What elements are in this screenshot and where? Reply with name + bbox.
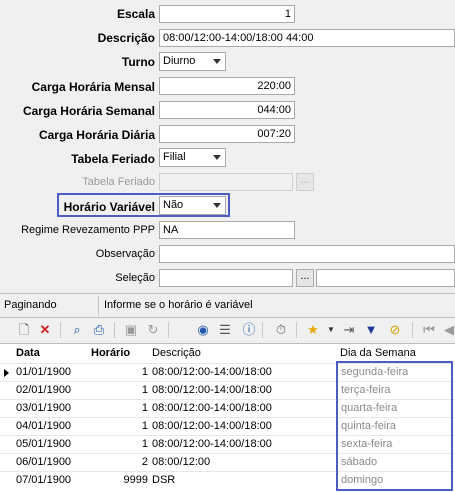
cell-descricao: 08:00/12:00-14:00/18:00 bbox=[152, 366, 272, 378]
toolbar-separator bbox=[412, 322, 413, 338]
current-row-indicator-icon bbox=[4, 369, 9, 377]
previous-record-icon: ◀ bbox=[444, 322, 454, 337]
tabela-feriado-select[interactable]: Filial bbox=[159, 148, 226, 167]
descricao-label: Descrição bbox=[97, 31, 155, 45]
cell-data: 03/01/1900 bbox=[16, 402, 72, 414]
tabela-feriado-label: Tabela Feriado bbox=[71, 152, 155, 166]
carga-diaria-label: Carga Horária Diária bbox=[38, 128, 155, 142]
carga-mensal-field[interactable]: 220:00 bbox=[159, 77, 295, 95]
cell-data: 04/01/1900 bbox=[16, 420, 72, 432]
cell-horario: 9999 bbox=[123, 474, 148, 486]
toolbar-separator bbox=[296, 322, 297, 338]
chevron-down-icon bbox=[213, 59, 221, 64]
toolbar-separator bbox=[168, 322, 169, 338]
search-icon[interactable]: ⌕ bbox=[68, 321, 86, 339]
cell-data: 02/01/1900 bbox=[16, 384, 72, 396]
selecao-field[interactable] bbox=[159, 269, 293, 287]
escala-field[interactable]: 1 bbox=[159, 5, 295, 23]
dia-semana-highlight bbox=[336, 361, 453, 491]
cell-descricao: DSR bbox=[152, 474, 176, 486]
observacao-label: Observação bbox=[95, 248, 155, 260]
chevron-down-icon bbox=[213, 203, 221, 208]
selecao-lookup-button[interactable]: ... bbox=[296, 269, 314, 287]
save-icon: ▣ bbox=[124, 322, 138, 337]
cell-horario: 1 bbox=[141, 402, 148, 414]
timer-icon[interactable]: ⏱ bbox=[272, 321, 290, 339]
cell-data: 07/01/1900 bbox=[16, 474, 72, 486]
cell-data: 01/01/1900 bbox=[16, 366, 72, 378]
star-dropdown-icon[interactable]: ▼ bbox=[322, 321, 340, 339]
info-icon[interactable]: ⓘ bbox=[240, 321, 258, 339]
status-hint: Informe se o horário é variável bbox=[104, 299, 253, 311]
turno-value: Diurno bbox=[163, 55, 196, 67]
col-header-dia-semana[interactable]: Dia da Semana bbox=[340, 344, 416, 362]
form-panel: Escala 1 Descrição 08:00/12:00-14:00/18:… bbox=[0, 0, 455, 292]
regime-label: Regime Revezamento PPP bbox=[21, 224, 155, 236]
globe-icon[interactable]: ◉ bbox=[194, 321, 212, 339]
tabela-feriado-2-field bbox=[159, 173, 293, 191]
toolbar-separator bbox=[262, 322, 263, 338]
divider bbox=[0, 293, 455, 294]
refresh-icon: ↻ bbox=[147, 322, 159, 337]
clear-filter-icon[interactable]: ⊘ bbox=[386, 321, 404, 339]
cell-horario: 1 bbox=[141, 420, 148, 432]
cell-descricao: 08:00/12:00-14:00/18:00 bbox=[152, 420, 272, 432]
horario-variavel-value: Não bbox=[163, 199, 184, 211]
chevron-down-icon bbox=[213, 155, 221, 160]
toolbar: 🗋 ✕ ⌕ ⎙ ▣ ↻ ◉ ☰ ⓘ ⏱ ★ ▼ ⇥ ▼ ⊘ ⏮ ◀ bbox=[0, 318, 455, 342]
status-bar: Paginando Informe se o horário é variáve… bbox=[0, 296, 455, 316]
cell-data: 05/01/1900 bbox=[16, 438, 72, 450]
col-header-descricao[interactable]: Descrição bbox=[152, 344, 201, 362]
col-header-data[interactable]: Data bbox=[16, 344, 40, 362]
regime-field[interactable]: NA bbox=[159, 221, 295, 239]
selecao-label: Seleção bbox=[115, 272, 155, 284]
star-icon[interactable]: ★ bbox=[304, 321, 322, 339]
cell-horario: 1 bbox=[141, 438, 148, 450]
cell-horario: 1 bbox=[141, 384, 148, 396]
horario-variavel-label: Horário Variável bbox=[63, 200, 155, 214]
exit-icon[interactable]: ⇥ bbox=[340, 321, 358, 339]
col-header-horario[interactable]: Horário bbox=[91, 344, 130, 362]
toolbar-separator bbox=[60, 322, 61, 338]
carga-semanal-field[interactable]: 044:00 bbox=[159, 101, 295, 119]
first-record-icon: ⏮ bbox=[423, 322, 435, 337]
turno-label: Turno bbox=[121, 55, 155, 69]
filter-icon[interactable]: ▼ bbox=[362, 321, 380, 339]
carga-mensal-label: Carga Horária Mensal bbox=[31, 80, 155, 94]
cell-descricao: 08:00/12:00-14:00/18:00 bbox=[152, 384, 272, 396]
cell-horario: 1 bbox=[141, 366, 148, 378]
tabela-feriado-lookup-button: ... bbox=[296, 173, 314, 191]
schedule-grid: Data Horário Descrição Dia da Semana 01/… bbox=[0, 343, 455, 492]
tabela-feriado-2-label: Tabela Feriado bbox=[82, 176, 155, 188]
carga-diaria-field[interactable]: 007:20 bbox=[159, 125, 295, 143]
cell-descricao: 08:00/12:00-14:00/18:00 bbox=[152, 438, 272, 450]
status-mode: Paginando bbox=[4, 299, 57, 311]
status-separator bbox=[98, 296, 99, 316]
tabela-feriado-value: Filial bbox=[163, 151, 186, 163]
escala-label: Escala bbox=[116, 7, 155, 21]
new-document-icon[interactable]: 🗋 bbox=[15, 321, 33, 339]
carga-semanal-label: Carga Horária Semanal bbox=[22, 104, 155, 118]
list-icon[interactable]: ☰ bbox=[216, 321, 234, 339]
descricao-field[interactable]: 08:00/12:00-14:00/18:00 44:00 bbox=[159, 29, 455, 47]
turno-select[interactable]: Diurno bbox=[159, 52, 226, 71]
observacao-field[interactable] bbox=[159, 245, 455, 263]
print-icon[interactable]: ⎙ bbox=[90, 321, 108, 339]
cell-descricao: 08:00/12:00 bbox=[152, 456, 211, 468]
cell-data: 06/01/1900 bbox=[16, 456, 72, 468]
horario-variavel-select[interactable]: Não bbox=[159, 196, 226, 215]
selecao-description-field bbox=[316, 269, 455, 287]
cell-horario: 2 bbox=[141, 456, 148, 468]
delete-icon[interactable]: ✕ bbox=[36, 321, 54, 339]
cell-descricao: 08:00/12:00-14:00/18:00 bbox=[152, 402, 272, 414]
toolbar-separator bbox=[114, 322, 115, 338]
